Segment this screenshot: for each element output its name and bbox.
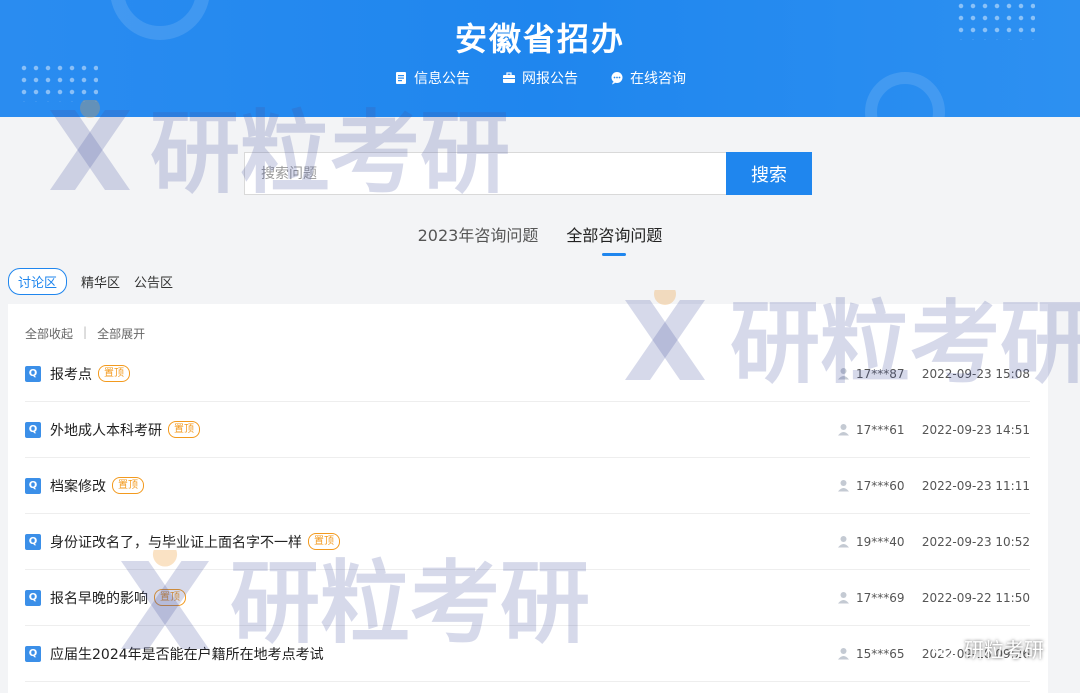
wechat-icon [932, 638, 958, 659]
user-icon [838, 480, 849, 492]
source-credit: 研粒考研 [932, 634, 1044, 663]
user-id: 17***69 [856, 590, 905, 605]
nav-online-consult[interactable]: 在线咨询 [610, 68, 686, 88]
question-user: 19***40 [837, 535, 905, 549]
expand-all-button[interactable]: 全部展开 [97, 325, 145, 342]
post-time: 2022-09-23 10:52 [921, 534, 1030, 549]
question-tabs: 2023年咨询问题 全部咨询问题 [0, 222, 1080, 256]
question-title[interactable]: 档案修改 [50, 476, 106, 496]
search-input[interactable] [244, 152, 726, 195]
post-time: 2022-09-23 11:11 [921, 478, 1030, 493]
pinned-badge: 置顶 [98, 365, 130, 382]
chat-bubble-icon [611, 72, 623, 85]
separator: | [83, 325, 88, 339]
tab-2023-questions[interactable]: 2023年咨询问题 [418, 222, 539, 254]
list-item[interactable]: Q 外地成人本科考研 置顶 17***61 2022-09-23 14:51 [25, 402, 1030, 458]
post-time: 2022-09-23 15:08 [921, 366, 1030, 381]
list-item[interactable]: Q 报考点 置顶 17***87 2022-09-23 15:08 [25, 346, 1030, 402]
nav-label: 信息公告 [414, 71, 470, 87]
question-user: 17***69 [837, 591, 905, 605]
document-icon [396, 72, 406, 84]
nav-online-notice[interactable]: 网报公告 [502, 68, 578, 88]
user-icon [838, 368, 849, 380]
search-button[interactable]: 搜索 [726, 152, 812, 195]
question-title[interactable]: 身份证改名了，与毕业证上面名字不一样 [50, 532, 302, 552]
list-item[interactable]: Q 应届生2024年是否能在户籍所在地考点考试 15***65 2022-09-… [25, 626, 1030, 682]
user-id: 15***65 [856, 646, 905, 661]
post-time: 2022-09-22 11:50 [921, 590, 1030, 605]
site-title: 安徽省招办 [454, 20, 625, 58]
question-title[interactable]: 报考点 [50, 364, 92, 384]
user-id: 17***60 [856, 478, 905, 493]
list-controls: 全部收起 | 全部展开 [25, 325, 145, 342]
user-icon [838, 424, 849, 436]
zone-filter: 讨论区 精华区 公告区 [8, 268, 173, 295]
user-id: 17***61 [856, 422, 905, 437]
question-user: 17***87 [837, 367, 905, 381]
question-icon: Q [25, 645, 41, 662]
list-item[interactable]: Q 档案修改 置顶 17***60 2022-09-23 11:11 [25, 458, 1030, 514]
question-icon: Q [25, 421, 41, 438]
question-title[interactable]: 报名早晚的影响 [50, 588, 148, 608]
pinned-badge: 置顶 [308, 533, 340, 550]
question-icon: Q [25, 365, 41, 382]
nav-info-notice[interactable]: 信息公告 [394, 68, 470, 88]
zone-featured[interactable]: 精华区 [81, 272, 120, 291]
post-time: 2022-09-23 14:51 [921, 422, 1030, 437]
list-item[interactable]: Q 身份证改名了，与毕业证上面名字不一样 置顶 19***40 2022-09-… [25, 514, 1030, 570]
user-icon [838, 536, 849, 548]
user-icon [838, 592, 849, 604]
question-user: 17***61 [837, 423, 905, 437]
question-user: 15***65 [837, 647, 905, 661]
briefcase-icon [503, 72, 515, 83]
zone-announcement[interactable]: 公告区 [134, 272, 173, 291]
tab-all-questions[interactable]: 全部咨询问题 [566, 222, 662, 256]
user-icon [838, 648, 849, 660]
question-user: 17***60 [837, 479, 905, 493]
header-nav: 信息公告 网报公告 在线咨询 [0, 68, 1080, 88]
pinned-badge: 置顶 [154, 589, 186, 606]
search-bar: 搜索 [244, 152, 812, 195]
nav-label: 在线咨询 [630, 71, 686, 87]
credit-text: 研粒考研 [964, 638, 1044, 662]
collapse-all-button[interactable]: 全部收起 [25, 325, 73, 342]
question-list: Q 报考点 置顶 17***87 2022-09-23 15:08 Q 外地成人… [25, 346, 1030, 682]
pinned-badge: 置顶 [112, 477, 144, 494]
question-icon: Q [25, 533, 41, 550]
user-id: 19***40 [856, 534, 905, 549]
question-icon: Q [25, 589, 41, 606]
list-item[interactable]: Q 报名早晚的影响 置顶 17***69 2022-09-22 11:50 [25, 570, 1030, 626]
zone-discussion[interactable]: 讨论区 [8, 268, 68, 295]
question-icon: Q [25, 477, 41, 494]
question-title[interactable]: 应届生2024年是否能在户籍所在地考点考试 [50, 644, 324, 664]
header-banner: 安徽省招办 信息公告 网报公告 在线咨询 [0, 0, 1080, 117]
question-panel: 全部收起 | 全部展开 Q 报考点 置顶 17***87 2022-09-23 … [8, 304, 1048, 693]
user-id: 17***87 [856, 366, 905, 381]
pinned-badge: 置顶 [168, 421, 200, 438]
question-title[interactable]: 外地成人本科考研 [50, 420, 162, 440]
nav-label: 网报公告 [522, 71, 578, 87]
